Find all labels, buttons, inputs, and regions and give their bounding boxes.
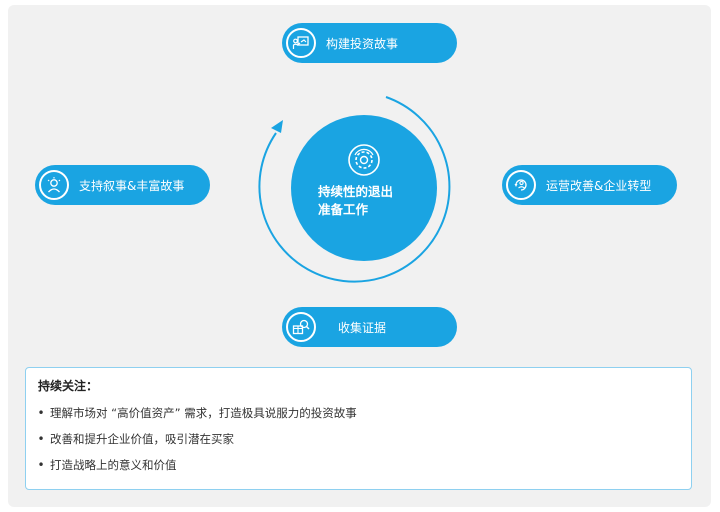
center-circle: 持续性的退出 准备工作 [291,115,437,261]
presentation-icon [286,28,316,58]
node-left-label: 支持叙事&丰富故事 [79,178,185,193]
focus-box: 持续关注： • 理解市场对 “高价值资产” 需求，打造极具说服力的投资故事 • … [25,367,692,490]
center-title: 持续性的退出 准备工作 [310,183,418,219]
magnifier-box-icon [286,312,316,342]
focus-item-text: 理解市场对 “高价值资产” 需求，打造极具说服力的投资故事 [50,406,357,420]
node-bottom-label: 收集证据 [338,320,387,335]
bullet-icon: • [37,406,45,420]
node-top-build-story: 构建投资故事 [282,23,457,63]
center-title-line2: 准备工作 [318,202,369,217]
node-left-narrative: 支持叙事&丰富故事 [35,165,210,205]
lightbulb-person-icon [39,170,69,200]
cycle-arrowhead [271,120,283,133]
focus-item: • 打造战略上的意义和价值 [36,456,357,482]
focus-item-text: 改善和提升企业价值，吸引潜在买家 [50,432,234,446]
node-bottom-evidence: 收集证据 [282,307,457,347]
gear-refresh-icon [348,144,380,176]
focus-title: 持续关注： [38,379,99,393]
node-right-label: 运营改善&企业转型 [546,178,652,193]
node-top-label: 构建投资故事 [326,36,399,51]
bullet-icon: • [37,458,45,472]
person-cycle-icon [506,170,536,200]
center-title-line1: 持续性的退出 [318,184,394,199]
focus-list: • 理解市场对 “高价值资产” 需求，打造极具说服力的投资故事 • 改善和提升企… [36,404,357,482]
bullet-icon: • [37,432,45,446]
focus-item-text: 打造战略上的意义和价值 [50,458,177,472]
focus-item: • 改善和提升企业价值，吸引潜在买家 [36,430,357,456]
focus-item: • 理解市场对 “高价值资产” 需求，打造极具说服力的投资故事 [36,404,357,430]
node-right-operations: 运营改善&企业转型 [502,165,677,205]
